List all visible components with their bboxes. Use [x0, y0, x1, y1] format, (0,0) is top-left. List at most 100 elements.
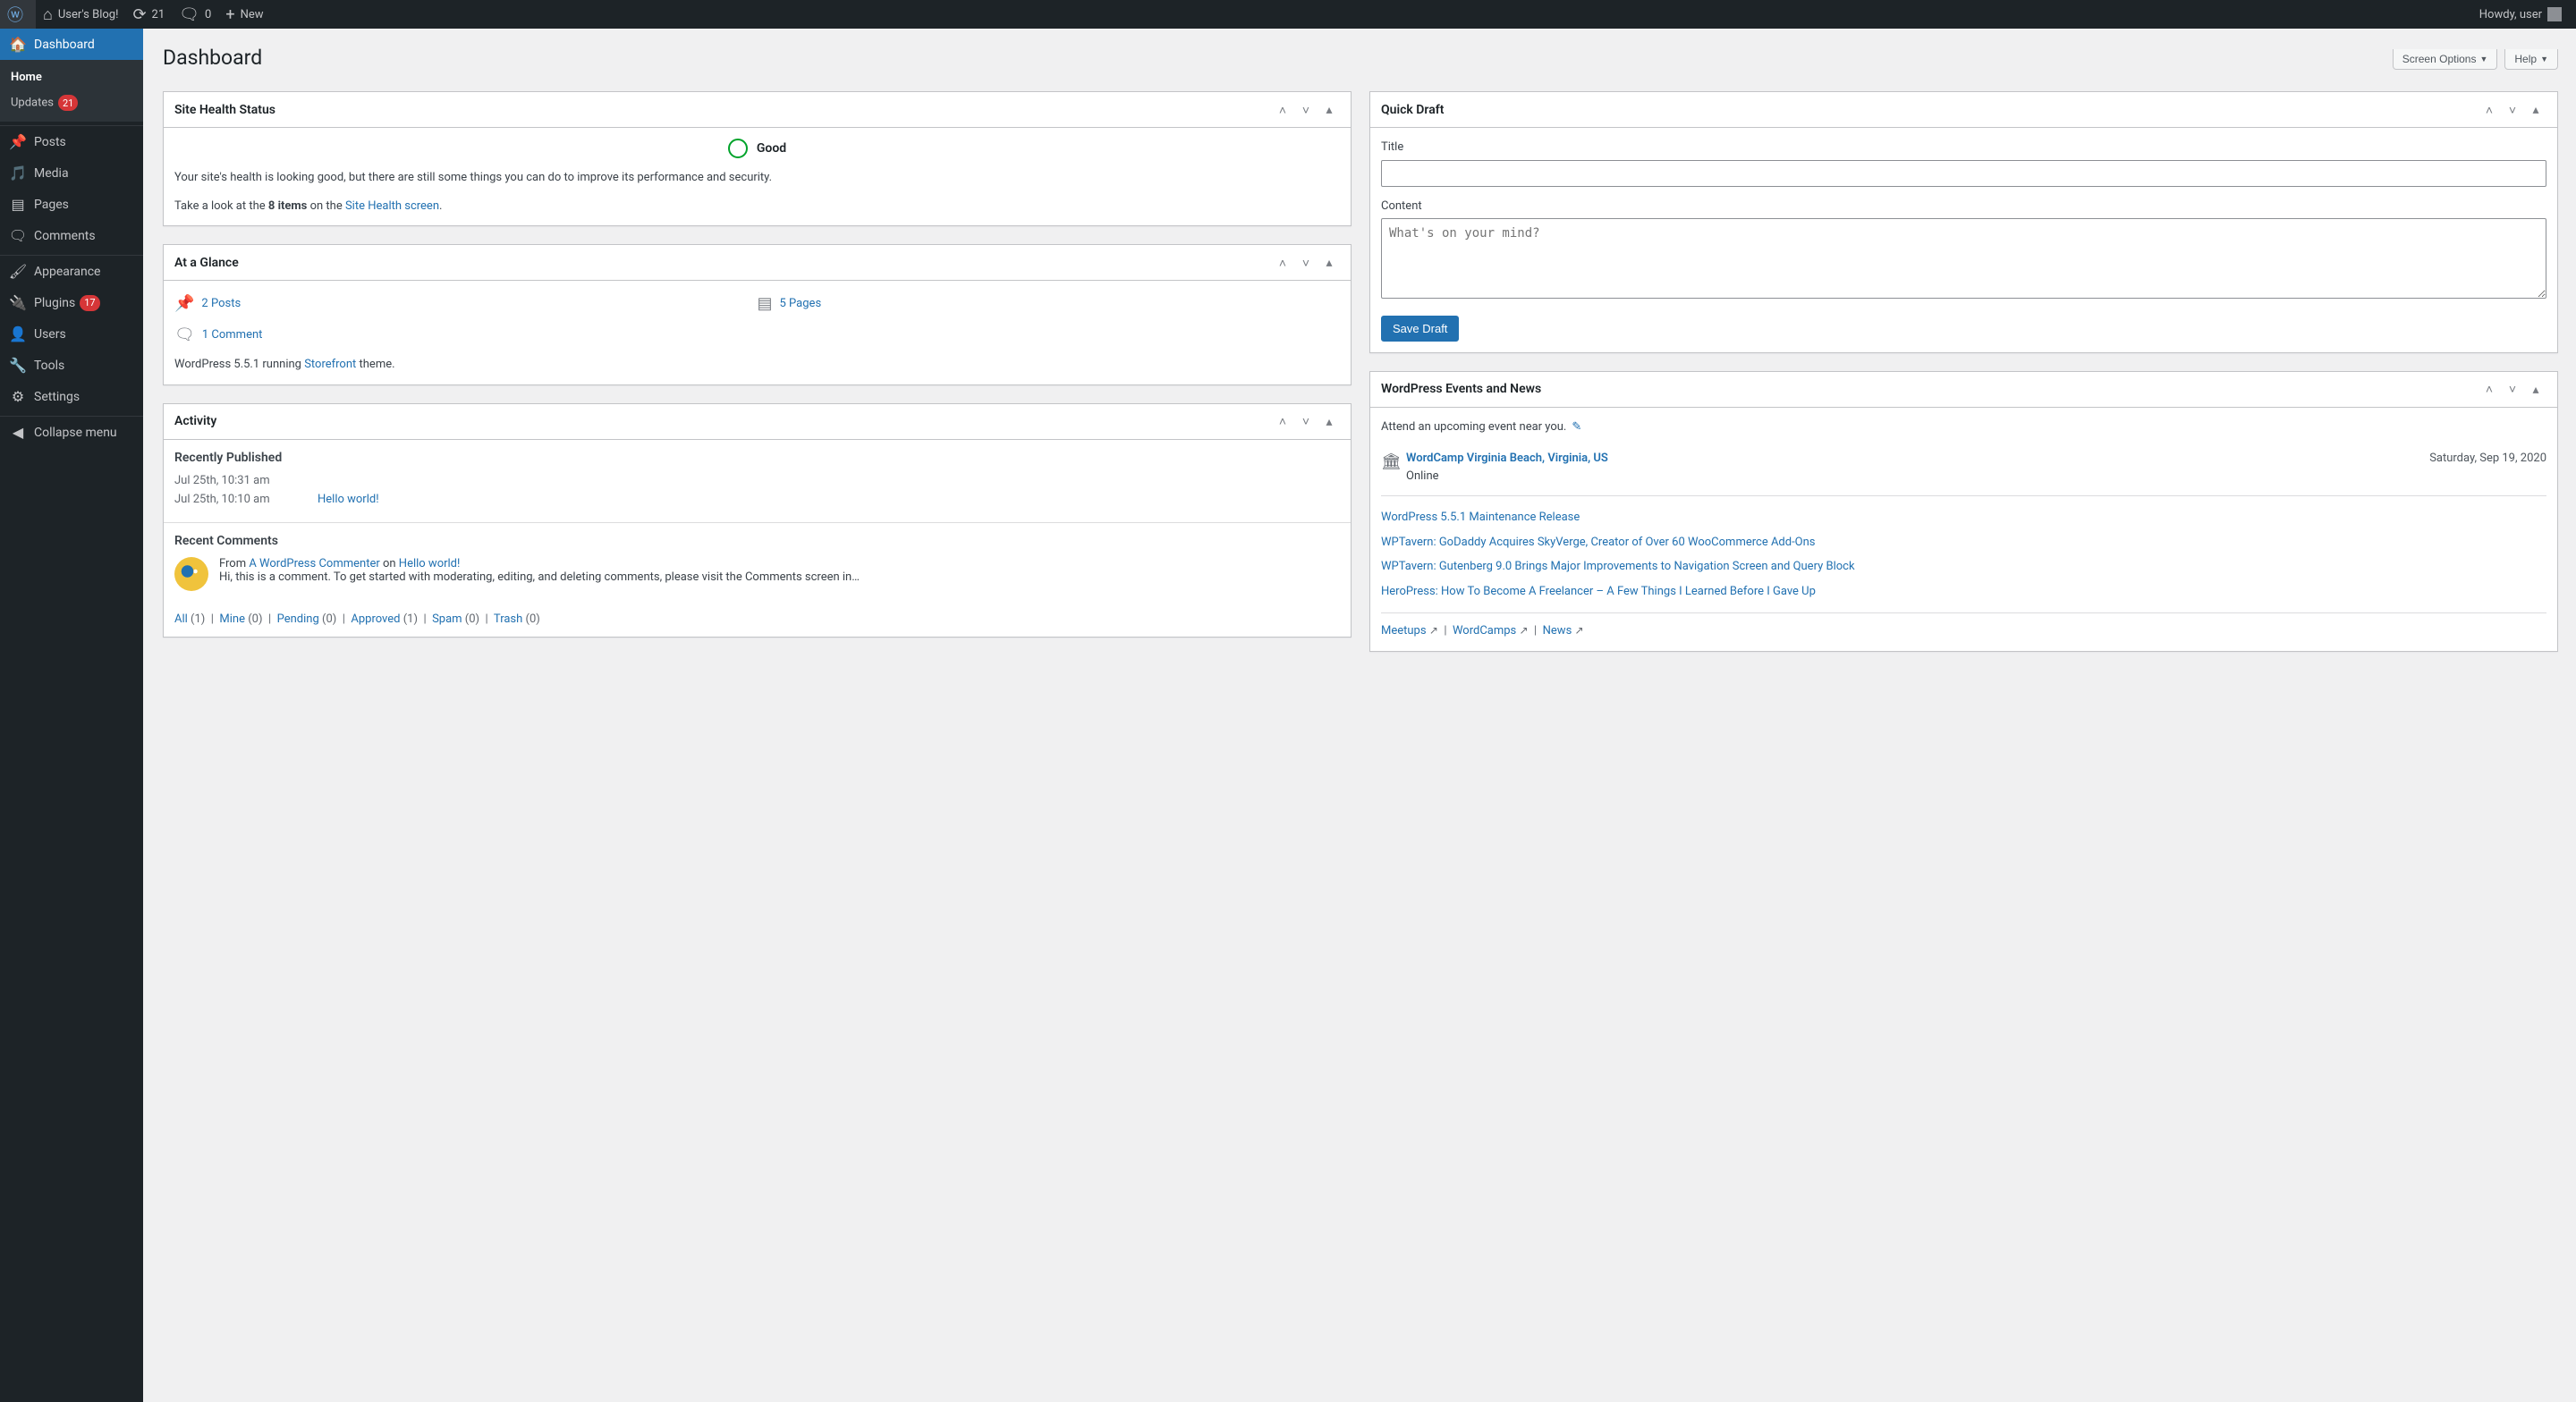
glance-posts: 📌 2 Posts — [174, 291, 758, 316]
collapse-icon: ◀ — [9, 424, 27, 441]
menu-pages[interactable]: ▤Pages — [0, 189, 143, 220]
menu-media-label: Media — [34, 166, 69, 181]
menu-users[interactable]: 👤Users — [0, 318, 143, 350]
move-up-button[interactable]: ˄ — [1272, 252, 1293, 274]
toggle-button[interactable]: ▴ — [2525, 378, 2546, 400]
plugins-badge: 17 — [80, 295, 99, 311]
move-down-button[interactable]: ˅ — [2502, 99, 2523, 121]
wordcamps-link[interactable]: WordCamps — [1453, 624, 1516, 638]
published-date: Jul 25th, 10:10 am — [174, 493, 318, 506]
new-link[interactable]: +New — [218, 0, 270, 29]
handle-actions: ˄ ˅ ▴ — [1272, 252, 1340, 274]
comment-post-link[interactable]: Hello world! — [399, 557, 461, 570]
filter-trash[interactable]: Trash — [494, 612, 522, 626]
draft-title-input[interactable] — [1381, 160, 2546, 187]
menu-plugins[interactable]: 🔌Plugins17 — [0, 287, 143, 318]
comments-count: 0 — [205, 8, 211, 21]
postbox-activity: Activity ˄ ˅ ▴ Recently Published Jul 25… — [163, 403, 1352, 638]
wordcamp-icon: 🏛 — [1381, 450, 1397, 485]
submenu-home[interactable]: Home — [0, 65, 143, 89]
menu-settings[interactable]: ⚙Settings — [0, 381, 143, 412]
news-link[interactable]: WPTavern: Gutenberg 9.0 Brings Major Imp… — [1381, 560, 1855, 573]
comment-from: From — [219, 557, 249, 570]
filter-spam-count: (0) — [462, 612, 480, 626]
external-icon: ↗ — [1429, 624, 1438, 637]
glance-posts-link[interactable]: 2 Posts — [201, 295, 241, 313]
move-down-button[interactable]: ˅ — [1295, 252, 1317, 274]
pin-icon: 📌 — [174, 291, 194, 316]
wrench-icon: 🔧 — [9, 357, 27, 374]
wp-logo[interactable]: ⓦ — [0, 0, 36, 29]
toggle-button[interactable]: ▴ — [1318, 99, 1340, 121]
news-link[interactable]: WordPress 5.5.1 Maintenance Release — [1381, 511, 1580, 524]
postbox-events: WordPress Events and News ˄ ˅ ▴ Attend a… — [1369, 371, 2558, 652]
filter-approved[interactable]: Approved — [351, 612, 400, 626]
site-health-link[interactable]: Site Health screen — [345, 199, 439, 213]
comments-link[interactable]: 🗨0 — [172, 0, 218, 29]
filter-spam[interactable]: Spam — [432, 612, 462, 626]
postbox-header: WordPress Events and News ˄ ˅ ▴ — [1370, 372, 2557, 408]
menu-posts[interactable]: 📌Posts — [0, 126, 143, 157]
move-down-button[interactable]: ˅ — [1295, 99, 1317, 121]
comment-author-link[interactable]: A WordPress Commenter — [249, 557, 379, 570]
filter-all[interactable]: All — [174, 612, 188, 626]
meetups-link[interactable]: Meetups — [1381, 624, 1427, 638]
menu-dashboard[interactable]: 🏠Dashboard — [0, 29, 143, 60]
edit-location-icon[interactable]: ✎ — [1572, 418, 1581, 436]
sliders-icon: ⚙ — [9, 388, 27, 405]
postbox-quickdraft: Quick Draft ˄ ˅ ▴ Title Content Save Dra… — [1369, 91, 2558, 353]
site-name-link[interactable]: ⌂User's Blog! — [36, 0, 125, 29]
screen-options-button[interactable]: Screen Options▼ — [2393, 49, 2498, 70]
move-down-button[interactable]: ˅ — [1295, 410, 1317, 432]
menu-media[interactable]: 🎵 Media — [0, 157, 143, 189]
glance-comments-link[interactable]: 1 Comment — [202, 326, 263, 344]
move-up-button[interactable]: ˄ — [2479, 378, 2500, 400]
postbox-inside: 📌2 Posts ▤5 Pages 🗨1 Comment WordPress 5… — [164, 281, 1351, 384]
postbox-inside: Attend an upcoming event near you. ✎ 🏛 W… — [1370, 408, 2557, 651]
menu-comments[interactable]: 🗨Comments — [0, 220, 143, 251]
account-link[interactable]: Howdy, user — [2472, 0, 2569, 29]
menu-collapse[interactable]: ◀Collapse menu — [0, 417, 143, 448]
new-text: New — [241, 8, 264, 21]
site-name-text: User's Blog! — [58, 8, 119, 21]
filter-pending[interactable]: Pending — [277, 612, 319, 626]
move-down-button[interactable]: ˅ — [2502, 378, 2523, 400]
save-draft-button[interactable]: Save Draft — [1381, 316, 1459, 342]
move-up-button[interactable]: ˄ — [2479, 99, 2500, 121]
news-link[interactable]: WPTavern: GoDaddy Acquires SkyVerge, Cre… — [1381, 536, 1816, 549]
glance-theme-link[interactable]: Storefront — [304, 358, 356, 371]
comment-icon: 🗨 — [174, 323, 195, 347]
adminbar-right: Howdy, user — [2472, 0, 2576, 29]
move-up-button[interactable]: ˄ — [1272, 410, 1293, 432]
pin-icon: 📌 — [9, 133, 27, 150]
help-button[interactable]: Help▼ — [2504, 49, 2558, 70]
main-wrap: Dashboard Screen Options▼ Help▼ Site Hea… — [143, 29, 2576, 652]
menu-tools-label: Tools — [34, 359, 64, 373]
event-main: WordCamp Virginia Beach, Virginia, US On… — [1406, 450, 2420, 485]
health-p2c: on the — [307, 199, 345, 213]
toggle-button[interactable]: ▴ — [1318, 410, 1340, 432]
draft-content-textarea[interactable] — [1381, 218, 2546, 299]
toggle-button[interactable]: ▴ — [1318, 252, 1340, 274]
news-link[interactable]: News — [1543, 624, 1572, 638]
menu-tools[interactable]: 🔧 Tools — [0, 350, 143, 381]
health-p1: Your site's health is looking good, but … — [174, 169, 1340, 187]
chevron-down-icon: ▼ — [2540, 55, 2548, 63]
postbox-site-health: Site Health Status ˄ ˅ ▴ Good Your site'… — [163, 91, 1352, 226]
header-row: Dashboard Screen Options▼ Help▼ — [163, 38, 2558, 73]
postbox-header: Quick Draft ˄ ˅ ▴ — [1370, 92, 2557, 128]
menu-appearance[interactable]: 🖌Appearance — [0, 256, 143, 287]
news-link[interactable]: HeroPress: How To Become A Freelancer – … — [1381, 585, 1816, 598]
glance-pages-link[interactable]: 5 Pages — [780, 295, 822, 313]
events-near: Attend an upcoming event near you. ✎ — [1381, 418, 2546, 436]
event-title-link[interactable]: WordCamp Virginia Beach, Virginia, US — [1406, 452, 1608, 465]
updates-link[interactable]: ⟳21 — [125, 0, 172, 29]
toggle-button[interactable]: ▴ — [2525, 99, 2546, 121]
submenu-updates[interactable]: Updates21 — [0, 89, 143, 116]
move-up-button[interactable]: ˄ — [1272, 99, 1293, 121]
filter-mine[interactable]: Mine — [219, 612, 245, 626]
pages-icon: ▤ — [758, 291, 773, 316]
published-link[interactable]: Hello world! — [318, 493, 379, 506]
handle-actions: ˄ ˅ ▴ — [1272, 99, 1340, 121]
media-icon: 🎵 — [9, 165, 27, 182]
